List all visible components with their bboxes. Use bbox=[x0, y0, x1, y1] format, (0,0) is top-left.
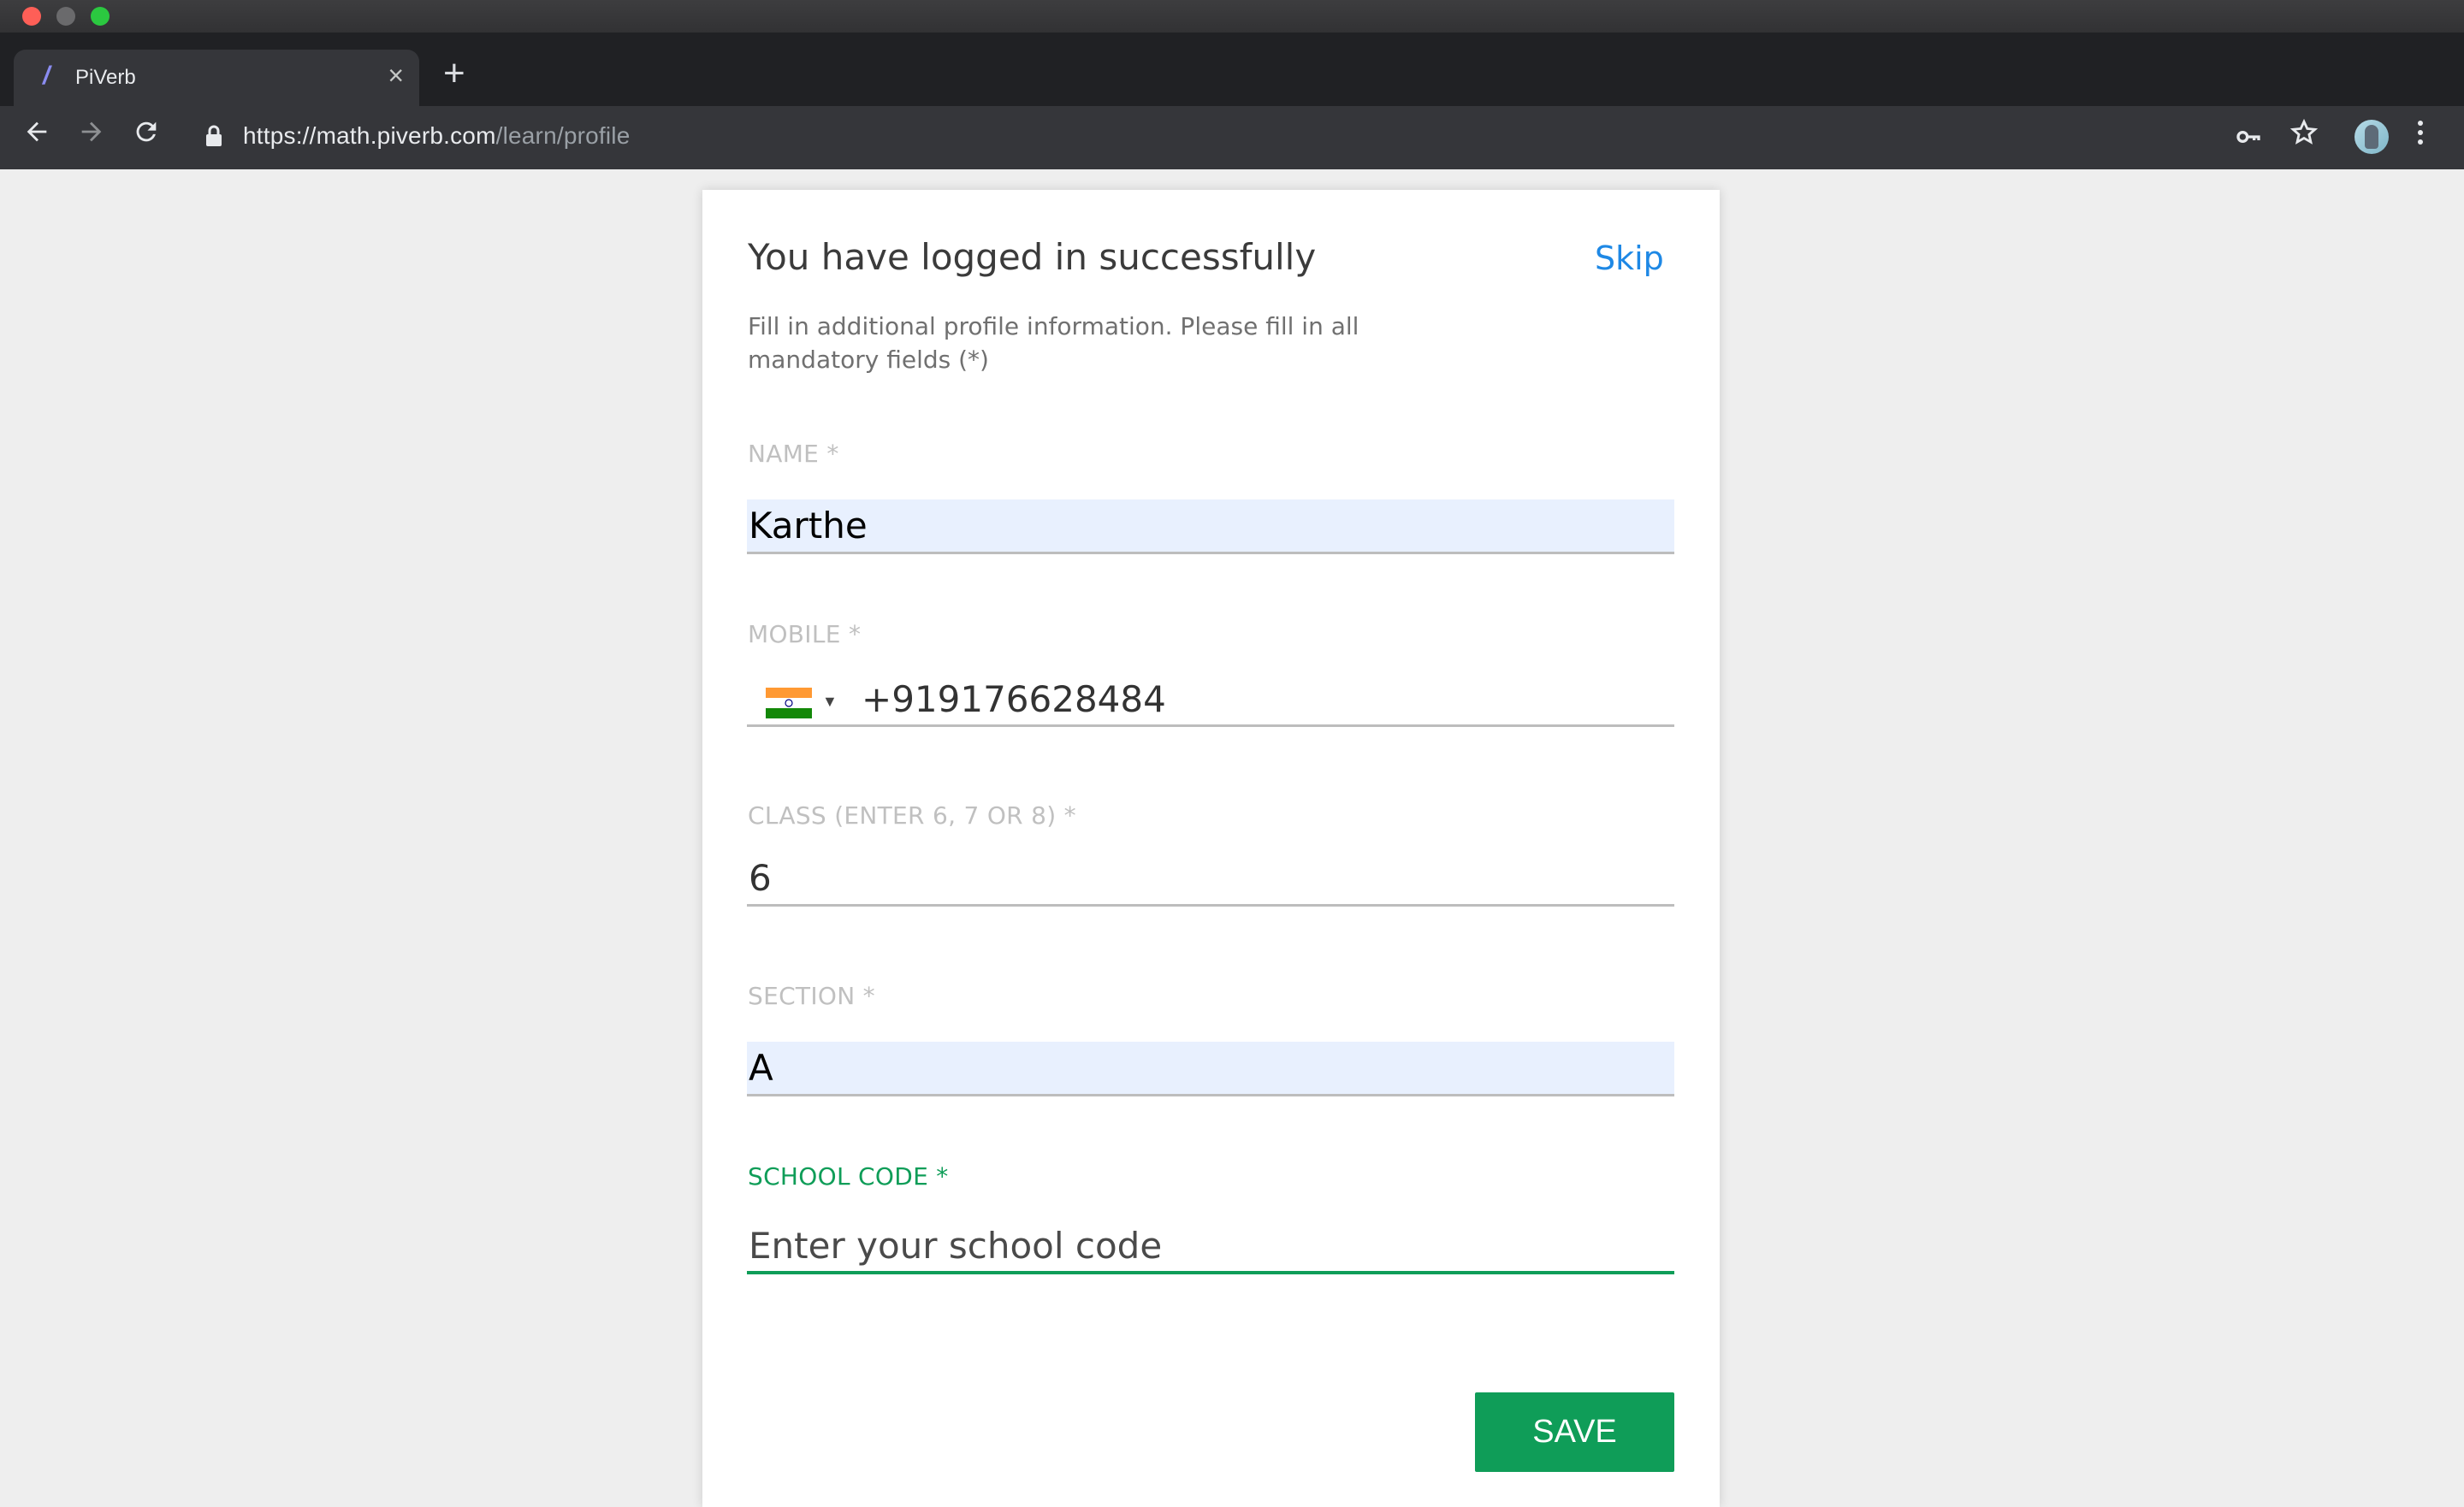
card-title: You have logged in successfully bbox=[748, 236, 1317, 278]
new-tab-button[interactable]: + bbox=[443, 55, 465, 92]
url-path: /learn/profile bbox=[495, 122, 631, 149]
section-label: SECTION * bbox=[748, 982, 875, 1010]
key-icon[interactable] bbox=[2235, 123, 2262, 155]
india-flag-icon[interactable] bbox=[766, 688, 812, 718]
mobile-label: MOBILE * bbox=[748, 620, 862, 648]
card-subtitle: Fill in additional profile information. … bbox=[748, 312, 1359, 374]
mobile-field: ▼ bbox=[747, 672, 1674, 727]
url-host: https://math.piverb.com bbox=[243, 122, 496, 149]
name-input[interactable] bbox=[747, 499, 1674, 554]
tab-close-icon[interactable]: × bbox=[388, 60, 404, 91]
star-icon[interactable] bbox=[2289, 118, 2319, 156]
tab-title: PiVerb bbox=[75, 66, 136, 89]
school-code-input[interactable] bbox=[747, 1220, 1674, 1274]
class-label: CLASS (ENTER 6, 7 OR 8) * bbox=[748, 801, 1076, 830]
lock-icon[interactable] bbox=[205, 125, 222, 151]
zoom-window-button[interactable] bbox=[91, 7, 110, 26]
browser-tab[interactable]: / PiVerb × bbox=[14, 50, 419, 106]
mobile-input[interactable] bbox=[860, 672, 1667, 725]
country-dropdown-caret-icon[interactable]: ▼ bbox=[822, 693, 838, 711]
profile-avatar[interactable] bbox=[2354, 120, 2389, 154]
forward-arrow-icon[interactable] bbox=[77, 116, 106, 156]
profile-card: You have logged in successfully Skip Fil… bbox=[702, 190, 1720, 1507]
back-arrow-icon[interactable] bbox=[22, 116, 51, 156]
close-window-button[interactable] bbox=[22, 7, 41, 26]
section-input[interactable] bbox=[747, 1042, 1674, 1096]
piverb-favicon-icon: / bbox=[43, 62, 50, 90]
window-titlebar bbox=[0, 0, 2464, 33]
save-button[interactable]: SAVE bbox=[1475, 1392, 1674, 1472]
name-label: NAME * bbox=[748, 440, 839, 468]
tab-strip: / PiVerb × + bbox=[0, 33, 2464, 106]
reload-icon[interactable] bbox=[132, 116, 161, 156]
browser-toolbar: https://math.piverb.com/learn/profile bbox=[0, 106, 2464, 169]
class-input[interactable] bbox=[747, 852, 1674, 907]
skip-link[interactable]: Skip bbox=[1595, 239, 1664, 277]
minimize-window-button[interactable] bbox=[56, 7, 75, 26]
address-bar[interactable]: https://math.piverb.com/learn/profile bbox=[243, 122, 631, 150]
more-vert-icon[interactable] bbox=[2416, 118, 2425, 156]
school-code-label: SCHOOL CODE * bbox=[748, 1162, 949, 1191]
